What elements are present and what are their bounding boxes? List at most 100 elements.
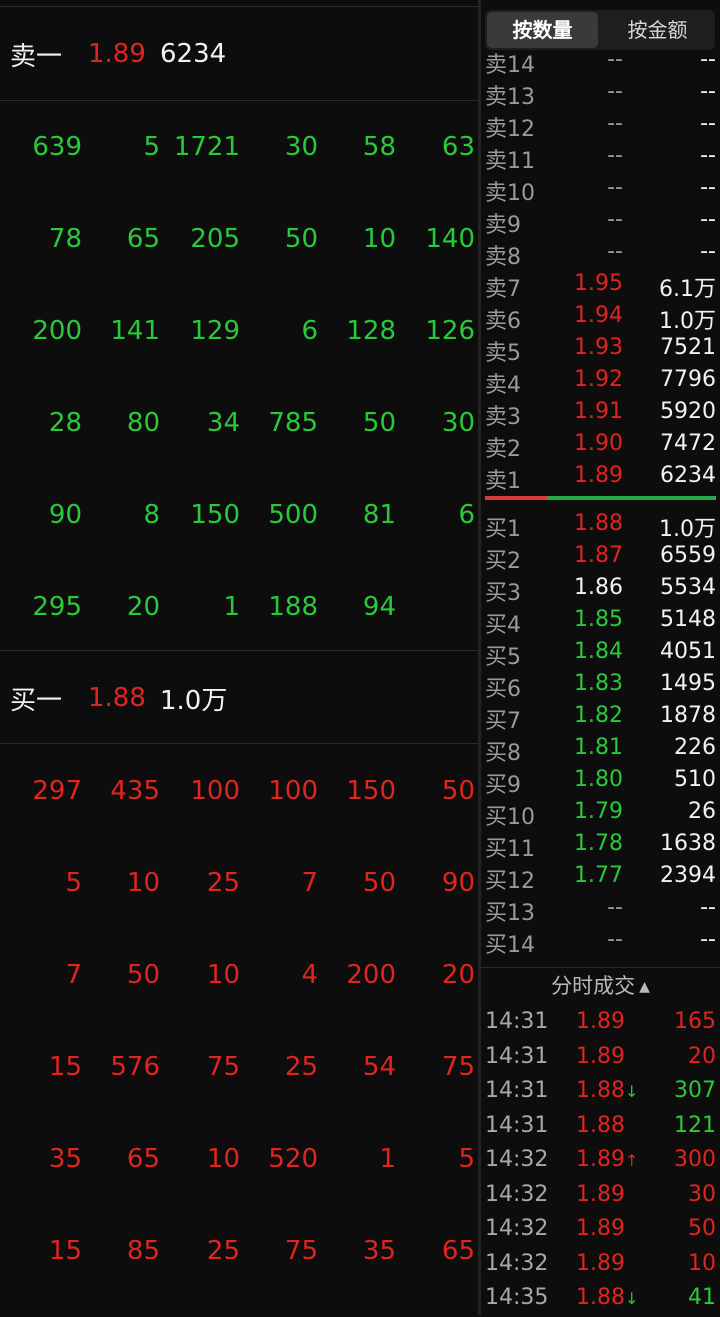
book-row[interactable]: 卖9 -- -- bbox=[481, 204, 720, 238]
tab-by-quantity[interactable]: 按数量 bbox=[487, 12, 598, 48]
queue-volume-cell: 129 bbox=[190, 316, 240, 346]
tick-price: 1.88↓ bbox=[576, 1285, 640, 1310]
book-volume: 7472 bbox=[660, 431, 716, 456]
queue-volume-cell: 35 bbox=[362, 1236, 396, 1266]
book-price: -- bbox=[607, 239, 623, 264]
tick-price-value: 1.89 bbox=[576, 1147, 625, 1172]
book-price: -- bbox=[607, 52, 623, 72]
book-row[interactable]: 卖13 -- -- bbox=[481, 76, 720, 110]
book-price: 1.94 bbox=[574, 303, 623, 328]
queue-row: 297 435 100 100 150 50 bbox=[0, 744, 478, 836]
book-price: 1.92 bbox=[574, 367, 623, 392]
queue-volume-cell: 50 bbox=[441, 776, 475, 806]
book-row[interactable]: 卖10 -- -- bbox=[481, 172, 720, 206]
top-divider bbox=[0, 6, 478, 7]
sell-queue-grid: 639 5 1721 30 58 63 78 65 205 50 10 140 200 141 129 6 12… bbox=[0, 100, 478, 652]
tick-row: 14:31 1.88↓ 307 bbox=[481, 1076, 720, 1110]
book-row[interactable]: 卖2 1.90 7472 bbox=[481, 428, 720, 462]
book-row[interactable]: 卖6 1.94 1.0万 bbox=[481, 300, 720, 334]
tick-price: 1.88 bbox=[576, 1113, 640, 1138]
book-row[interactable]: 买1 1.88 1.0万 bbox=[481, 508, 720, 542]
book-row[interactable]: 买3 1.86 5534 bbox=[481, 572, 720, 606]
queue-volume-cell: 50 bbox=[126, 960, 160, 990]
queue-volume-cell: 90 bbox=[48, 500, 82, 530]
queue-volume-cell: 30 bbox=[284, 132, 318, 162]
book-level-label: 买8 bbox=[485, 741, 521, 766]
arrow-down-icon: ↓ bbox=[624, 1082, 639, 1101]
book-row[interactable]: 卖11 -- -- bbox=[481, 140, 720, 174]
book-row[interactable]: 买6 1.83 1495 bbox=[481, 668, 720, 702]
book-row[interactable]: 卖7 1.95 6.1万 bbox=[481, 268, 720, 302]
book-volume: -- bbox=[700, 895, 716, 920]
book-row[interactable]: 买9 1.80 510 bbox=[481, 764, 720, 798]
book-row[interactable]: 买2 1.87 6559 bbox=[481, 540, 720, 574]
book-price: 1.81 bbox=[574, 735, 623, 760]
tick-row: 14:32 1.89↑ 300 bbox=[481, 1145, 720, 1179]
book-level-label: 卖3 bbox=[485, 405, 521, 430]
book-row[interactable]: 卖14 -- -- bbox=[481, 52, 720, 78]
book-volume: -- bbox=[700, 143, 716, 168]
book-price: 1.84 bbox=[574, 639, 623, 664]
buy-one-label: 买一 bbox=[10, 685, 63, 716]
book-row[interactable]: 买4 1.85 5148 bbox=[481, 604, 720, 638]
book-level-label: 卖2 bbox=[485, 437, 521, 462]
tick-price: 1.89↑ bbox=[576, 1147, 640, 1172]
queue-volume-cell: 785 bbox=[268, 408, 318, 438]
book-row[interactable]: 买14 -- -- bbox=[481, 924, 720, 958]
book-row[interactable]: 买10 1.79 26 bbox=[481, 796, 720, 830]
book-level-label: 买10 bbox=[485, 805, 535, 830]
book-volume: 1.0万 bbox=[659, 517, 716, 542]
tick-row: 14:31 1.89 165 bbox=[481, 1007, 720, 1041]
book-row[interactable]: 买12 1.77 2394 bbox=[481, 860, 720, 894]
book-volume: 1.0万 bbox=[659, 309, 716, 334]
queue-row: 639 5 1721 30 58 63 bbox=[0, 100, 478, 192]
book-row[interactable]: 买13 -- -- bbox=[481, 892, 720, 926]
book-level-label: 买12 bbox=[485, 869, 535, 894]
buy-one-header[interactable]: 买一 1.88 1.0万 bbox=[0, 652, 478, 744]
queue-volume-cell: 54 bbox=[362, 1052, 396, 1082]
book-volume: 5534 bbox=[660, 575, 716, 600]
book-row[interactable]: 买7 1.82 1878 bbox=[481, 700, 720, 734]
queue-volume-cell: 75 bbox=[441, 1052, 475, 1082]
book-volume: 7521 bbox=[660, 335, 716, 360]
order-book-list[interactable]: 卖14 -- -- 卖13 -- -- 卖12 -- -- 卖11 -- -- 卖10 -- -- 卖9 -- -… bbox=[481, 52, 720, 967]
queue-volume-cell: 5 bbox=[458, 1144, 475, 1174]
book-row[interactable]: 卖4 1.92 7796 bbox=[481, 364, 720, 398]
tick-price: 1.89 bbox=[576, 1182, 640, 1207]
book-level-label: 买14 bbox=[485, 933, 535, 958]
book-row[interactable]: 买8 1.81 226 bbox=[481, 732, 720, 766]
queue-volume-cell: 90 bbox=[441, 868, 475, 898]
sell-ratio-segment bbox=[485, 496, 547, 500]
book-row[interactable]: 买5 1.84 4051 bbox=[481, 636, 720, 670]
buy-ratio-segment bbox=[547, 496, 716, 500]
book-row[interactable]: 卖5 1.93 7521 bbox=[481, 332, 720, 366]
queue-volume-cell: 80 bbox=[126, 408, 160, 438]
book-level-label: 卖1 bbox=[485, 469, 521, 494]
queue-volume-cell: 1 bbox=[223, 592, 240, 622]
divider bbox=[0, 650, 478, 651]
tick-time: 14:31 bbox=[485, 1078, 549, 1103]
queue-volume-cell: 576 bbox=[110, 1052, 160, 1082]
queue-volume-cell: 126 bbox=[425, 316, 475, 346]
book-level-label: 买3 bbox=[485, 581, 521, 606]
queue-volume-cell: 100 bbox=[268, 776, 318, 806]
sell-one-header[interactable]: 卖一 1.89 6234 bbox=[0, 8, 478, 100]
book-price: -- bbox=[607, 175, 623, 200]
ticks-header[interactable]: 分时成交 ▲ bbox=[481, 970, 720, 1004]
queue-row: 295 20 1 188 94 bbox=[0, 560, 478, 652]
book-volume: 226 bbox=[674, 735, 716, 760]
book-row[interactable]: 卖8 -- -- bbox=[481, 236, 720, 270]
tick-time: 14:35 bbox=[485, 1285, 549, 1310]
book-volume: 7796 bbox=[660, 367, 716, 392]
book-price: -- bbox=[607, 895, 623, 920]
tab-bar: 按数量 按金额 bbox=[485, 10, 715, 50]
book-row[interactable]: 卖3 1.91 5920 bbox=[481, 396, 720, 430]
queue-volume-cell: 58 bbox=[362, 132, 396, 162]
buy-one-price: 1.88 bbox=[88, 683, 146, 713]
book-row[interactable]: 卖1 1.89 6234 bbox=[481, 460, 720, 494]
book-row[interactable]: 卖12 -- -- bbox=[481, 108, 720, 142]
queue-row: 7 50 10 4 200 20 bbox=[0, 928, 478, 1020]
book-level-label: 买13 bbox=[485, 901, 535, 926]
book-row[interactable]: 买11 1.78 1638 bbox=[481, 828, 720, 862]
tab-by-amount[interactable]: 按金额 bbox=[602, 12, 713, 48]
